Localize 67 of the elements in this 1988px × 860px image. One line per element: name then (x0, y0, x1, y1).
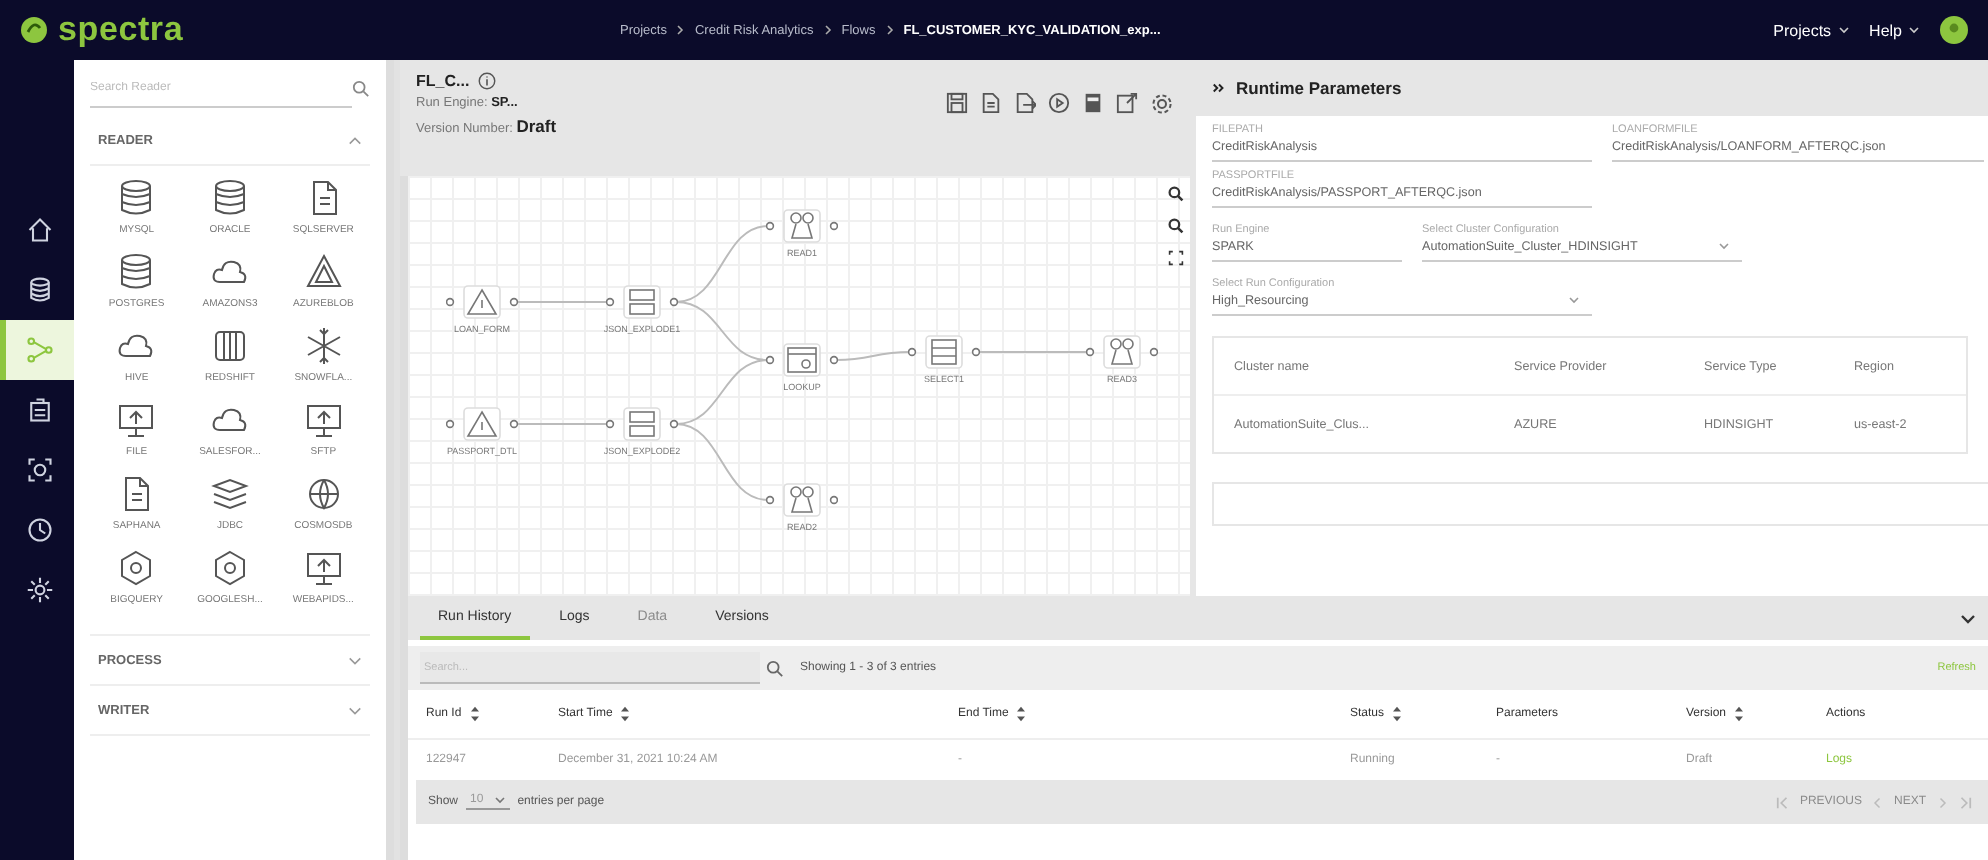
chevron-down-icon[interactable] (1960, 614, 1976, 624)
chevron-right-icon (885, 24, 894, 36)
chevron-up-icon (348, 135, 362, 145)
save-icon[interactable] (946, 92, 968, 114)
columns-icon[interactable] (209, 326, 250, 366)
database-icon (26, 276, 54, 304)
sort-icon[interactable] (1734, 706, 1745, 722)
monitor-icon[interactable] (303, 400, 344, 440)
hexagon-icon[interactable] (116, 548, 157, 588)
double-chevron-icon[interactable] (1212, 82, 1226, 94)
read-node-icon[interactable] (766, 482, 838, 518)
hexagon-icon[interactable] (209, 548, 250, 588)
menu-dropdown[interactable]: Projects (1773, 21, 1850, 39)
chevron-down-icon (348, 655, 362, 665)
info-icon[interactable] (477, 72, 496, 90)
database-icon[interactable] (116, 178, 157, 218)
share-icon[interactable] (1116, 92, 1138, 114)
search-icon[interactable] (352, 79, 370, 97)
fit-screen-icon[interactable] (1168, 250, 1184, 266)
gear-icon (26, 576, 54, 604)
caret-icon (1568, 296, 1580, 304)
monitor-icon[interactable] (303, 548, 344, 588)
monitor-icon[interactable] (116, 400, 157, 440)
layers-icon[interactable] (209, 474, 250, 514)
avatar-icon[interactable] (1940, 16, 1968, 44)
database-icon[interactable] (209, 178, 250, 218)
chevron-right-icon (676, 24, 685, 36)
snowflake-icon[interactable] (303, 326, 344, 366)
document-icon[interactable] (1082, 92, 1104, 114)
zoom-out-icon[interactable] (1168, 218, 1184, 234)
sort-icon[interactable] (1392, 706, 1403, 722)
panel-title: Runtime Parameters (1236, 78, 1402, 98)
database-icon[interactable] (116, 252, 157, 292)
search-icon[interactable] (766, 659, 784, 677)
export-icon[interactable] (1014, 92, 1036, 114)
chevron-right-icon (823, 24, 832, 36)
flow-title: FL_C... (416, 72, 470, 90)
zoom-in-icon[interactable] (1168, 186, 1184, 202)
sort-icon[interactable] (469, 706, 480, 722)
globe-icon[interactable] (303, 474, 344, 514)
sort-icon[interactable] (620, 706, 631, 722)
lookup-node-icon[interactable] (766, 342, 838, 378)
sort-icon[interactable] (1016, 706, 1027, 722)
flow-icon (26, 336, 54, 364)
select-node-icon[interactable] (908, 334, 980, 370)
explode-node-icon[interactable] (606, 406, 678, 442)
caret-icon (1837, 26, 1850, 34)
source-node-icon[interactable] (446, 284, 518, 320)
triangle-icon[interactable] (303, 252, 344, 292)
home-icon (26, 216, 54, 244)
read-node-icon[interactable] (766, 208, 838, 244)
read-node-icon[interactable] (1086, 334, 1158, 370)
copy-icon[interactable] (980, 92, 1002, 114)
menu-dropdown[interactable]: Help (1869, 21, 1920, 39)
chevron-down-icon (348, 705, 362, 715)
explode-node-icon[interactable] (606, 284, 678, 320)
source-node-icon[interactable] (446, 406, 518, 442)
caret-icon (493, 796, 506, 804)
clock-icon (26, 516, 54, 544)
logo-icon (20, 16, 48, 44)
app-logo: spectra (58, 10, 184, 50)
play-icon[interactable] (1048, 92, 1070, 114)
camera-icon (26, 456, 54, 484)
caret-icon (1718, 242, 1730, 250)
document-icon (26, 396, 54, 424)
caret-icon (1908, 26, 1920, 34)
settings-icon[interactable] (1150, 92, 1174, 116)
